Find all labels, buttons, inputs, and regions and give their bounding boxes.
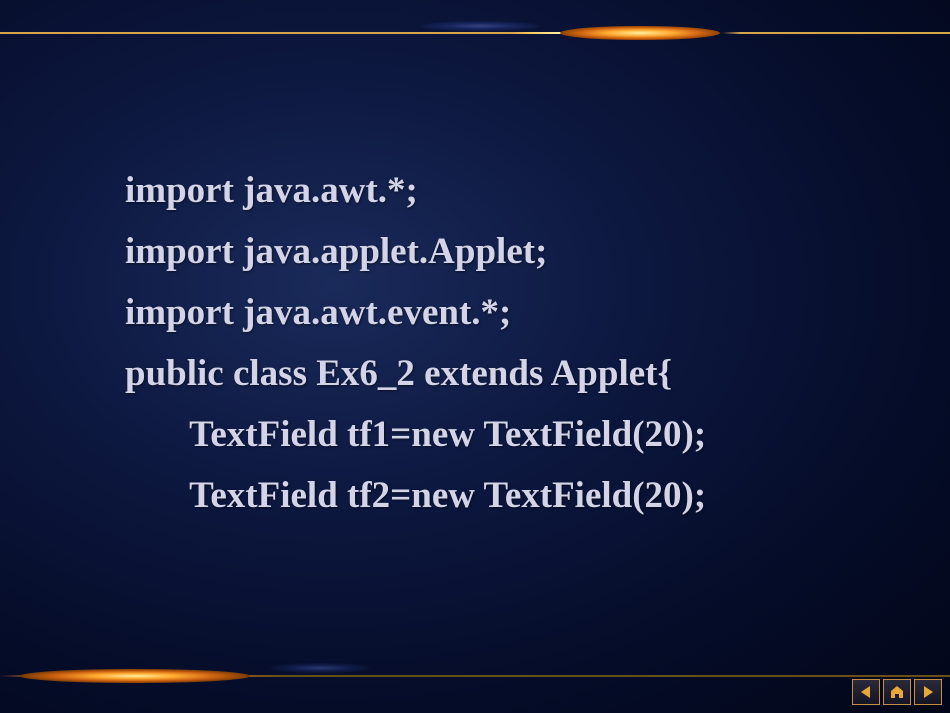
home-icon <box>889 684 905 700</box>
navigation-controls <box>852 679 942 705</box>
home-button[interactable] <box>883 679 911 705</box>
top-accent-decoration <box>560 26 720 40</box>
code-line-5: TextField tf1=new TextField(20); <box>125 404 890 465</box>
prev-button[interactable] <box>852 679 880 705</box>
code-line-6: TextField tf2=new TextField(20); <box>125 465 890 526</box>
code-block: import java.awt.*; import java.applet.Ap… <box>125 160 890 526</box>
triangle-right-icon <box>920 684 936 700</box>
top-divider <box>0 32 950 34</box>
code-line-2: import java.applet.Applet; <box>125 221 890 282</box>
code-line-1: import java.awt.*; <box>125 160 890 221</box>
next-button[interactable] <box>914 679 942 705</box>
triangle-left-icon <box>858 684 874 700</box>
code-line-4: public class Ex6_2 extends Applet{ <box>125 343 890 404</box>
bottom-accent-decoration <box>20 669 250 683</box>
code-line-3: import java.awt.event.*; <box>125 282 890 343</box>
